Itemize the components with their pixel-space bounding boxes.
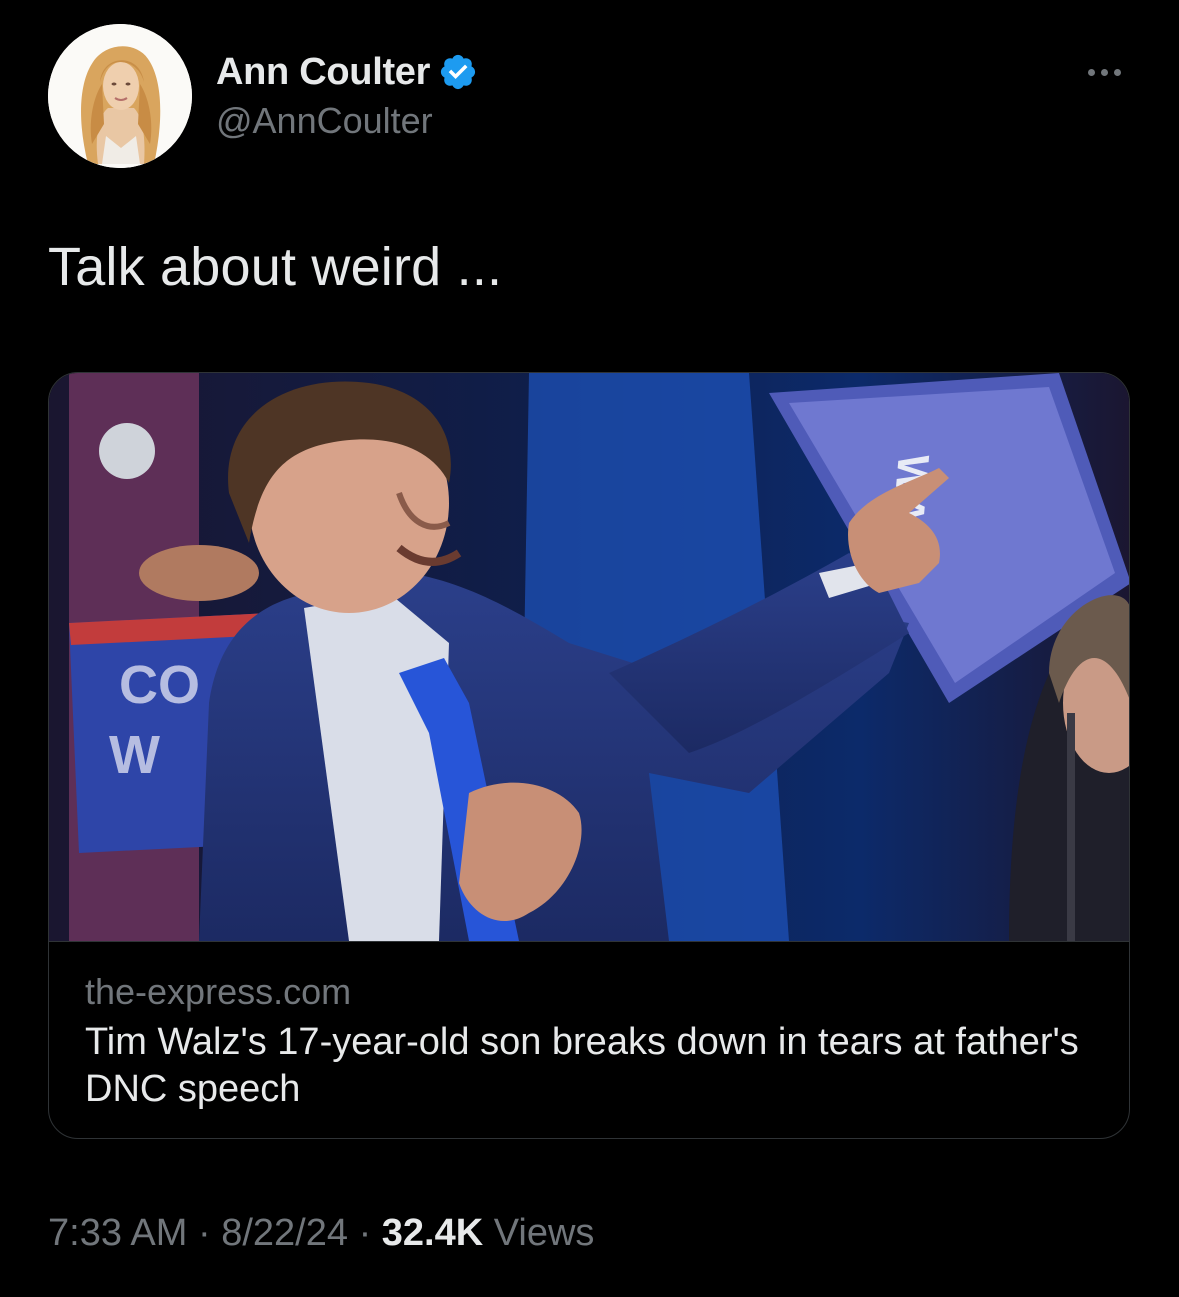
link-card-domain[interactable]: the-express.com [85,971,351,1013]
tweet-date[interactable]: 8/22/24 [221,1212,348,1254]
tweet-text: Talk about weird ... [48,237,503,297]
meta-separator: · [358,1212,372,1254]
link-card-image[interactable]: CO W WALZ [49,373,1129,942]
avatar-image [48,24,192,168]
svg-text:CO: CO [119,655,200,715]
author-row[interactable]: Ann Coulter [216,48,478,96]
meta-separator: · [197,1212,211,1254]
more-options-icon[interactable] [1076,52,1132,92]
svg-text:W: W [109,725,160,785]
tweet-meta: 7:33 AM · 8/22/24 · 32.4K Views [48,1212,594,1255]
verified-badge-icon[interactable] [438,52,478,92]
views-label[interactable]: Views [494,1212,595,1254]
tweet[interactable]: Ann Coulter @AnnCoulter Talk about weird… [0,0,1179,1297]
handle[interactable]: @AnnCoulter [216,100,433,142]
link-card-title[interactable]: Tim Walz's 17-year-old son breaks down i… [85,1019,1085,1113]
tweet-time[interactable]: 7:33 AM [48,1212,187,1254]
views-count[interactable]: 32.4K [382,1212,483,1254]
link-card[interactable]: CO W WALZ [48,372,1130,1139]
avatar[interactable] [48,24,192,168]
display-name[interactable]: Ann Coulter [216,51,430,94]
